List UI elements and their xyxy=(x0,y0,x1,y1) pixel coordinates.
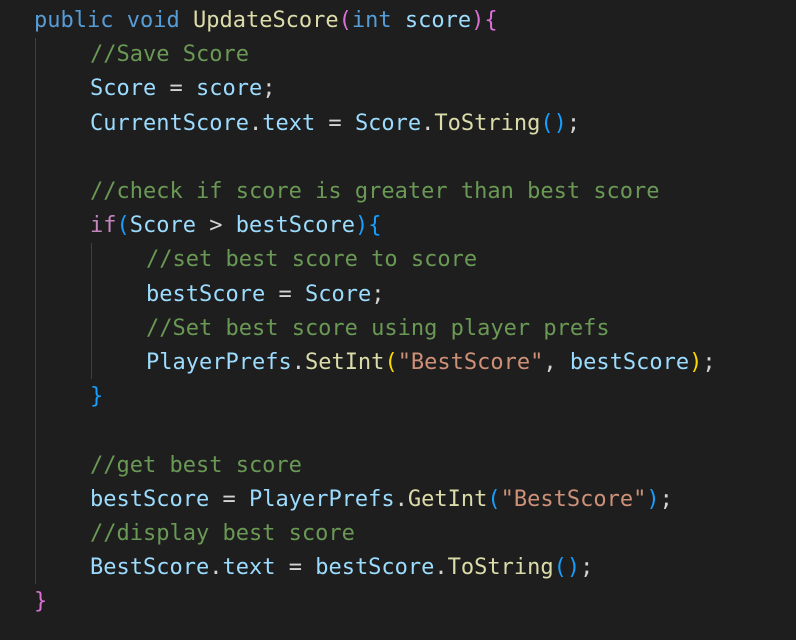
code-token: ToString xyxy=(447,555,554,581)
code-line[interactable]: PlayerPrefs.SetInt("BestScore", bestScor… xyxy=(146,346,716,380)
code-token: ; xyxy=(580,555,594,581)
code-token: { xyxy=(368,213,382,239)
code-token: ( xyxy=(487,486,501,512)
indent-guide xyxy=(35,38,36,584)
code-token: bestScore xyxy=(569,350,690,375)
code-line[interactable]: //get best score xyxy=(90,449,302,483)
code-token: Score xyxy=(90,76,157,102)
code-token: public xyxy=(34,8,114,33)
code-token: BestScore xyxy=(90,555,210,581)
code-token: "BestScore" xyxy=(397,350,544,375)
code-token: () xyxy=(553,555,581,581)
code-token: } xyxy=(34,589,48,615)
code-token: = xyxy=(315,110,355,136)
code-token: , xyxy=(543,350,570,375)
code-token: ToString xyxy=(434,110,541,136)
code-token: . xyxy=(421,110,435,136)
code-token: ; xyxy=(659,486,673,512)
code-line[interactable]: BestScore.text = bestScore.ToString(); xyxy=(90,551,593,585)
code-line[interactable]: //Set best score using player prefs xyxy=(146,312,610,346)
code-token: { xyxy=(484,8,498,33)
code-line[interactable]: //check if score is greater than best sc… xyxy=(90,175,660,209)
code-token: . xyxy=(248,110,263,136)
code-line[interactable]: } xyxy=(90,380,103,414)
code-line[interactable]: //Save Score xyxy=(90,38,249,72)
code-token: = xyxy=(275,555,316,581)
code-token: ) xyxy=(689,350,703,375)
code-token: //set best score to score xyxy=(146,247,478,273)
code-token: void xyxy=(126,8,180,33)
code-token: ( xyxy=(338,8,352,33)
code-line[interactable]: //set best score to score xyxy=(146,243,477,277)
code-token: //Set best score using player prefs xyxy=(146,315,610,341)
code-token: //display best score xyxy=(90,521,355,546)
code-token: ( xyxy=(116,213,130,239)
code-token: text xyxy=(262,110,316,136)
code-line[interactable]: bestScore = PlayerPrefs.GetInt("BestScor… xyxy=(90,483,673,517)
code-token: ) xyxy=(471,8,485,33)
code-token: = xyxy=(265,281,305,307)
code-token: bestScore xyxy=(90,486,210,512)
code-token: PlayerPrefs xyxy=(248,486,395,512)
code-token: score xyxy=(404,8,472,33)
code-token: = xyxy=(156,76,196,102)
code-token: Score xyxy=(354,110,422,136)
code-line[interactable]: public void UpdateScore(int score){ xyxy=(34,4,498,38)
code-token: ; xyxy=(702,350,716,375)
code-token: UpdateScore xyxy=(192,8,339,33)
code-token: GetInt xyxy=(407,486,488,512)
code-token: . xyxy=(209,555,223,581)
code-token: bestScore xyxy=(146,281,266,307)
code-token: //check if score is greater than best sc… xyxy=(90,179,660,204)
code-line[interactable]: if(Score > bestScore){ xyxy=(90,209,381,243)
code-token: . xyxy=(434,555,448,581)
code-token: PlayerPrefs xyxy=(146,350,292,375)
code-line[interactable]: Score = score; xyxy=(90,72,275,106)
code-line[interactable]: //display best score xyxy=(90,517,355,551)
code-token: ; xyxy=(371,281,385,307)
code-token: ) xyxy=(646,486,660,512)
code-token: score xyxy=(195,76,263,102)
code-token: text xyxy=(222,555,276,581)
code-token: "BestScore" xyxy=(500,486,647,512)
code-token: = xyxy=(209,486,249,512)
code-token: CurrentScore xyxy=(90,110,249,136)
code-line[interactable]: bestScore = Score; xyxy=(146,278,384,312)
code-token: () xyxy=(540,110,567,136)
code-token: //Save Score xyxy=(90,42,249,68)
code-token: } xyxy=(90,384,104,410)
code-token: int xyxy=(351,8,392,33)
code-token: . xyxy=(291,350,305,375)
code-line[interactable]: CurrentScore.text = Score.ToString(); xyxy=(90,107,580,141)
code-token: ) xyxy=(354,213,369,239)
code-editor[interactable]: public void UpdateScore(int score){//Sav… xyxy=(0,0,796,640)
code-token: ; xyxy=(566,110,581,136)
code-token: bestScore xyxy=(315,555,435,581)
code-token: . xyxy=(394,486,408,512)
indent-guide xyxy=(91,243,92,379)
code-token: Score xyxy=(129,213,196,239)
code-token: ; xyxy=(262,76,276,102)
code-token: ( xyxy=(384,350,398,375)
code-token: //get best score xyxy=(90,452,302,478)
code-token: Score xyxy=(304,281,372,307)
code-line[interactable]: } xyxy=(34,585,47,619)
code-token: if xyxy=(90,213,117,239)
code-token: > xyxy=(195,213,236,239)
code-token: bestScore xyxy=(235,213,355,239)
code-token: SetInt xyxy=(304,350,385,375)
